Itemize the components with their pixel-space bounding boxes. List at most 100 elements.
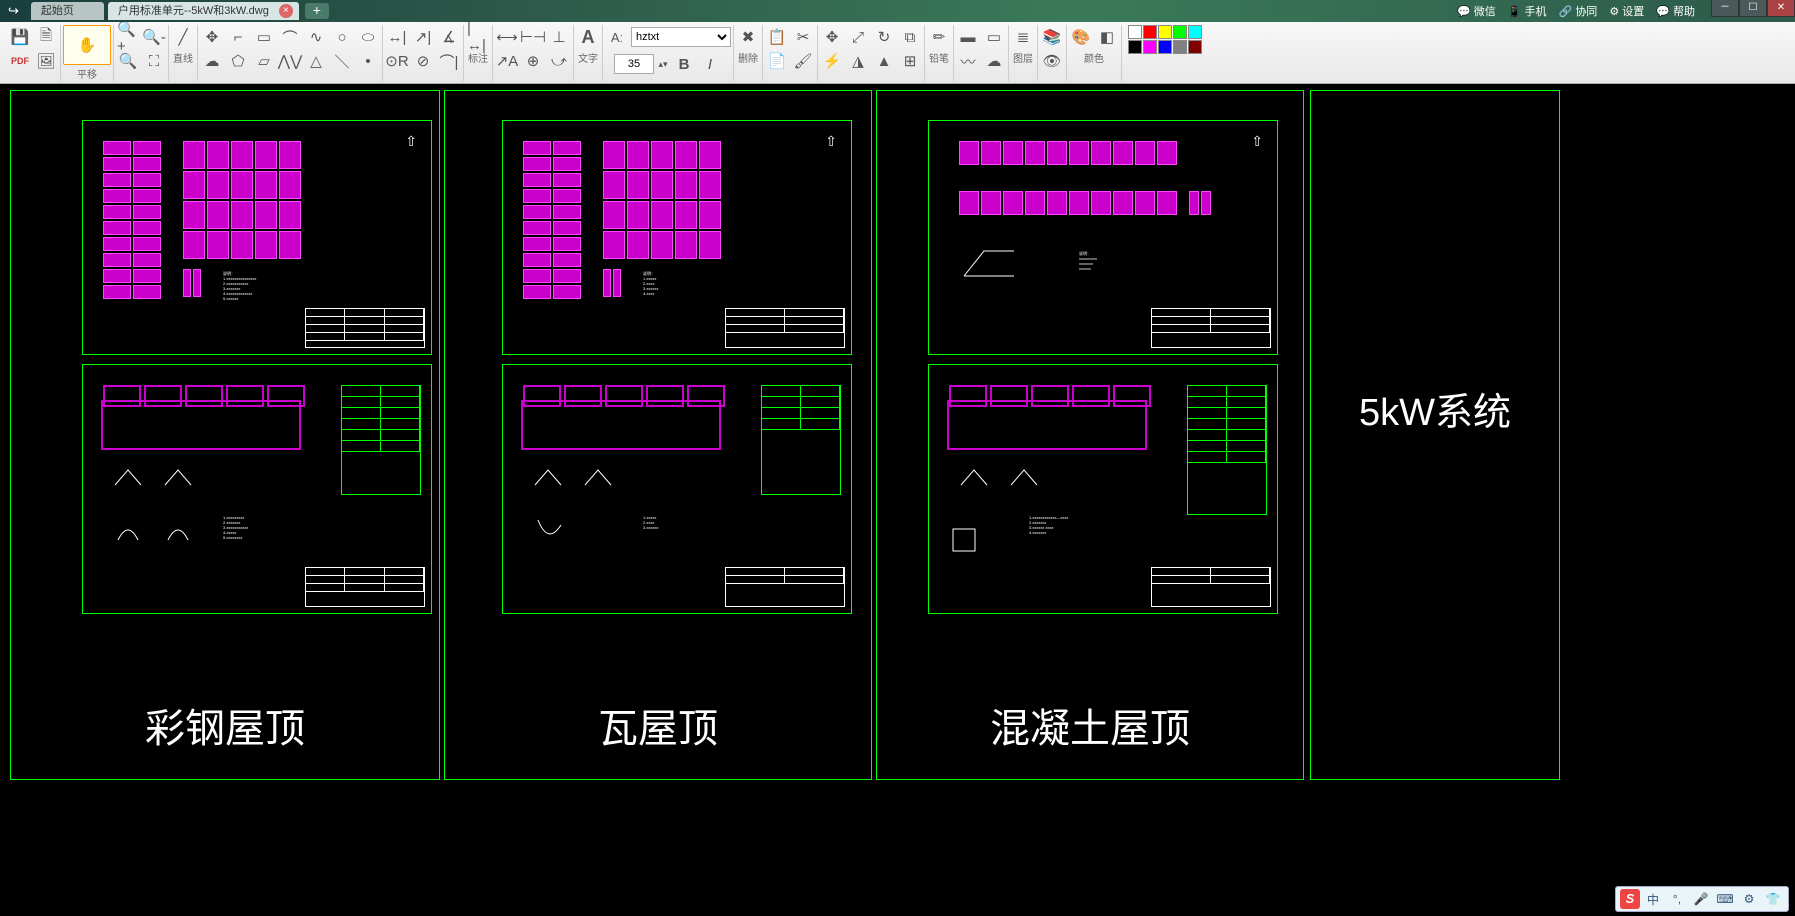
maximize-button[interactable]: ☐ bbox=[1739, 0, 1767, 17]
color-swatch[interactable] bbox=[1188, 40, 1202, 54]
bold-button[interactable]: B bbox=[672, 52, 696, 76]
color-swatch[interactable] bbox=[1158, 25, 1172, 39]
close-button[interactable]: ✕ bbox=[1767, 0, 1795, 17]
move-button[interactable]: ✥ bbox=[820, 25, 844, 49]
dim-radius-icon[interactable]: ⊙R bbox=[385, 49, 409, 73]
tab-file[interactable]: 户用标准单元--5kW和3kW.dwg× bbox=[108, 2, 299, 20]
rect-tool-icon[interactable]: ▭ bbox=[252, 25, 276, 49]
color-wheel-button[interactable]: 🎨 bbox=[1069, 25, 1093, 49]
export-pdf-button[interactable]: PDF bbox=[8, 49, 32, 73]
dim-continue-icon[interactable]: ⟷ bbox=[495, 25, 519, 49]
collab-link[interactable]: 🔗 协同 bbox=[1559, 3, 1598, 19]
color-swatch[interactable] bbox=[1188, 25, 1202, 39]
highlight-button[interactable]: ▭ bbox=[982, 25, 1006, 49]
font-select[interactable]: hztxt bbox=[631, 27, 731, 47]
minimize-button[interactable]: － bbox=[1711, 0, 1739, 17]
pan-tool-button[interactable]: ✋ bbox=[63, 25, 111, 65]
ime-keyboard-button[interactable]: ⌨ bbox=[1714, 889, 1736, 909]
wechat-link[interactable]: 💬 微信 bbox=[1457, 3, 1496, 19]
delete-tool-button[interactable]: ✖ bbox=[736, 25, 760, 49]
export-img-button[interactable]: 🖼 bbox=[34, 49, 58, 73]
tab-close-button[interactable]: × bbox=[279, 4, 293, 18]
ime-settings-button[interactable]: ⚙ bbox=[1738, 889, 1760, 909]
polyline-tool-icon[interactable]: ⌐ bbox=[226, 25, 250, 49]
paste-button[interactable]: 📄 bbox=[765, 49, 789, 73]
zoom-button[interactable]: 🔍 bbox=[116, 49, 140, 73]
text-tool-button[interactable]: A bbox=[576, 25, 600, 49]
pencil-tool-button[interactable]: ✏ bbox=[927, 25, 951, 49]
zoom-out-button[interactable]: 🔍- bbox=[142, 25, 166, 49]
text-label: 文字 bbox=[578, 50, 598, 65]
forward-arrow-icon[interactable]: ↪ bbox=[0, 3, 27, 19]
colorpicker-button[interactable]: ◧ bbox=[1095, 25, 1119, 49]
color-swatch[interactable] bbox=[1173, 40, 1187, 54]
array-button[interactable]: ⊞ bbox=[898, 49, 922, 73]
dim-jogged-icon[interactable]: ⤻ bbox=[547, 49, 571, 73]
dim-ordinate-icon[interactable]: ⊥ bbox=[547, 25, 571, 49]
italic-button[interactable]: I bbox=[698, 52, 722, 76]
spline-tool-icon[interactable]: ∿ bbox=[304, 25, 328, 49]
dim-arc-icon[interactable]: ⌒| bbox=[437, 49, 461, 73]
drawing-canvas[interactable]: 彩钢屋顶 瓦屋顶 混凝土屋顶 5kW系统 ⇧ 说明：1.xxxxxxxxxxxx… bbox=[0, 84, 1795, 916]
color-swatch[interactable] bbox=[1173, 25, 1187, 39]
ime-logo-icon[interactable]: S bbox=[1620, 889, 1640, 909]
ime-mic-button[interactable]: 🎤 bbox=[1690, 889, 1712, 909]
trim-button[interactable]: ▲ bbox=[872, 49, 896, 73]
copy-button[interactable]: 📋 bbox=[765, 25, 789, 49]
circle-tool-icon[interactable]: ○ bbox=[330, 25, 354, 49]
color-swatch[interactable] bbox=[1128, 25, 1142, 39]
cut-button[interactable]: ✂ bbox=[791, 25, 815, 49]
dot-tool-icon[interactable]: • bbox=[356, 49, 380, 73]
pentagon-tool-icon[interactable]: ⬠ bbox=[226, 49, 250, 73]
cloud-tool-icon[interactable]: ☁ bbox=[200, 49, 224, 73]
dim-aligned-icon[interactable]: ↗| bbox=[411, 25, 435, 49]
dim-baseline-icon[interactable]: ⊢⊣ bbox=[521, 25, 545, 49]
help-link[interactable]: 💬 帮助 bbox=[1656, 3, 1695, 19]
dim-diameter-icon[interactable]: ⊘ bbox=[411, 49, 435, 73]
font-size-input[interactable] bbox=[614, 54, 654, 74]
dim-angle-icon[interactable]: ∡ bbox=[437, 25, 461, 49]
zoom-in-button[interactable]: 🔍+ bbox=[116, 25, 140, 49]
revcloud-button[interactable]: ☁ bbox=[982, 49, 1006, 73]
color-swatch[interactable] bbox=[1128, 40, 1142, 54]
arc-tool-icon[interactable]: ⌒ bbox=[278, 25, 302, 49]
slash-tool-icon[interactable]: ＼ bbox=[330, 49, 354, 73]
offset-button[interactable]: ⧉ bbox=[898, 25, 922, 49]
match-button[interactable]: 🖌 bbox=[791, 49, 815, 73]
elevation-frame bbox=[101, 400, 301, 450]
settings-link[interactable]: ⚙ 设置 bbox=[1609, 3, 1644, 19]
triangle-tool-icon[interactable]: △ bbox=[304, 49, 328, 73]
eraser-button[interactable]: ▬ bbox=[956, 25, 980, 49]
ime-punct-button[interactable]: °, bbox=[1666, 889, 1688, 909]
color-swatch[interactable] bbox=[1143, 40, 1157, 54]
rotate-button[interactable]: ↻ bbox=[872, 25, 896, 49]
freehand-button[interactable]: 〰 bbox=[956, 49, 980, 73]
phone-link[interactable]: 📱 手机 bbox=[1508, 3, 1547, 19]
save-button[interactable]: 💾 bbox=[8, 25, 32, 49]
dim-linear-icon[interactable]: ↔| bbox=[385, 25, 409, 49]
color-swatch[interactable] bbox=[1143, 25, 1157, 39]
color-swatch[interactable] bbox=[1158, 40, 1172, 54]
zoom-extents-button[interactable]: ⛶ bbox=[142, 49, 166, 73]
explode-button[interactable]: ⚡ bbox=[820, 49, 844, 73]
zigzag-tool-icon[interactable]: ⋀⋁ bbox=[278, 49, 302, 73]
center-mark-icon[interactable]: ⊕ bbox=[521, 49, 545, 73]
layer-manager-button[interactable]: 📚 bbox=[1040, 25, 1064, 49]
layer-tool-button[interactable]: ≣ bbox=[1011, 25, 1035, 49]
leader-icon[interactable]: ↗A bbox=[495, 49, 519, 73]
parallelogram-tool-icon[interactable]: ▱ bbox=[252, 49, 276, 73]
tab-add-button[interactable]: + bbox=[305, 3, 329, 19]
ime-skin-button[interactable]: 👕 bbox=[1762, 889, 1784, 909]
dim-linear-h-icon[interactable]: |↔| bbox=[466, 25, 490, 49]
mirror-button[interactable]: ◮ bbox=[846, 49, 870, 73]
scale-button[interactable]: ⤢ bbox=[846, 25, 870, 49]
saveas-button[interactable]: 🗎 bbox=[34, 25, 58, 49]
ime-lang-button[interactable]: 中 bbox=[1642, 889, 1664, 909]
compass-icon: ⇧ bbox=[825, 133, 837, 150]
ellipse-tool-icon[interactable]: ⬭ bbox=[356, 25, 380, 49]
line-tool-button[interactable]: ╱ bbox=[171, 25, 195, 49]
move-tool-icon[interactable]: ✥ bbox=[200, 25, 224, 49]
layer-toggle-button[interactable]: 👁 bbox=[1040, 49, 1064, 73]
tab-start[interactable]: 起始页 bbox=[31, 2, 104, 20]
size-spinner[interactable]: ▴▾ bbox=[656, 52, 670, 76]
